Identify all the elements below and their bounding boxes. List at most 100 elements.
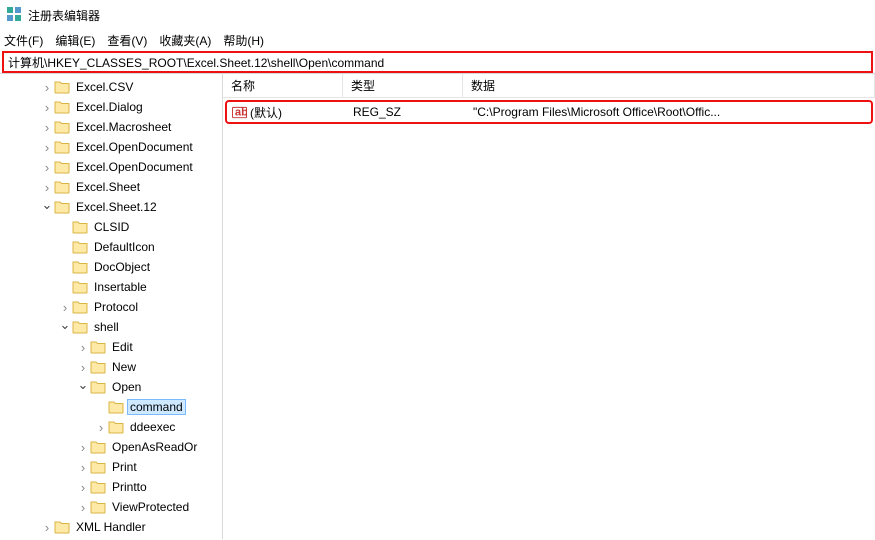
folder-icon: [108, 419, 124, 435]
menu-view[interactable]: 查看(V): [107, 32, 147, 49]
expand-icon[interactable]: [40, 100, 54, 114]
tree-item-label: Print: [110, 460, 139, 474]
tree-item[interactable]: Insertable: [0, 277, 222, 297]
content-area: Excel.CSV Excel.Dialog Excel.Macrosheet Exc…: [0, 73, 875, 539]
expand-icon[interactable]: [76, 460, 90, 474]
column-name[interactable]: 名称: [223, 74, 343, 97]
tree-item[interactable]: command: [0, 397, 222, 417]
tree-item-label: DefaultIcon: [92, 240, 157, 254]
tree-item[interactable]: Excel.OpenDocument: [0, 137, 222, 157]
tree-item[interactable]: XML Handler: [0, 517, 222, 537]
tree-item[interactable]: Edit: [0, 337, 222, 357]
expand-icon[interactable]: [40, 180, 54, 194]
folder-icon: [72, 279, 88, 295]
collapse-icon[interactable]: [40, 200, 54, 214]
value-highlight: ab (默认) REG_SZ "C:\Program Files\Microso…: [225, 100, 873, 124]
tree-item-label: CLSID: [92, 220, 131, 234]
expand-icon[interactable]: [40, 140, 54, 154]
tree-item[interactable]: Print: [0, 457, 222, 477]
expand-icon[interactable]: [58, 300, 72, 314]
details-panel: 名称 类型 数据 ab (默认) REG_SZ "C:\Program File…: [223, 74, 875, 539]
menu-edit[interactable]: 编辑(E): [55, 32, 95, 49]
tree-item[interactable]: ViewProtected: [0, 497, 222, 517]
folder-icon: [72, 299, 88, 315]
tree-item-label: Open: [110, 380, 143, 394]
tree-item[interactable]: New: [0, 357, 222, 377]
expand-icon[interactable]: [40, 520, 54, 534]
folder-icon: [90, 359, 106, 375]
expand-icon[interactable]: [76, 500, 90, 514]
tree-item-label: Excel.Dialog: [74, 100, 145, 114]
string-value-icon: ab: [231, 104, 247, 120]
menu-file[interactable]: 文件(F): [4, 32, 43, 49]
value-row[interactable]: ab (默认) REG_SZ "C:\Program Files\Microso…: [227, 102, 871, 122]
collapse-icon[interactable]: [58, 320, 72, 334]
expand-icon[interactable]: [76, 360, 90, 374]
tree-item[interactable]: Protocol: [0, 297, 222, 317]
expand-icon[interactable]: [76, 480, 90, 494]
expand-icon[interactable]: [94, 420, 108, 434]
tree-item-label: Excel.Sheet: [74, 180, 142, 194]
tree-item[interactable]: OpenAsReadOr: [0, 437, 222, 457]
tree-item-label: command: [128, 400, 185, 414]
folder-icon: [90, 479, 106, 495]
tree-item[interactable]: Excel.Macrosheet: [0, 117, 222, 137]
tree-item[interactable]: Excel.OpenDocument: [0, 157, 222, 177]
folder-icon: [90, 459, 106, 475]
value-name: (默认): [250, 104, 282, 121]
tree-item-label: New: [110, 360, 138, 374]
collapse-icon[interactable]: [76, 380, 90, 394]
tree-item[interactable]: DocObject: [0, 257, 222, 277]
expand-icon[interactable]: [40, 80, 54, 94]
tree-item[interactable]: ddeexec: [0, 417, 222, 437]
folder-icon: [54, 159, 70, 175]
expand-icon[interactable]: [76, 340, 90, 354]
tree-item-label: Excel.OpenDocument: [74, 140, 195, 154]
folder-icon: [72, 239, 88, 255]
folder-icon: [72, 319, 88, 335]
column-type[interactable]: 类型: [343, 74, 463, 97]
folder-icon: [90, 379, 106, 395]
expand-icon[interactable]: [40, 120, 54, 134]
folder-icon: [54, 179, 70, 195]
folder-icon: [72, 259, 88, 275]
tree-item-label: Protocol: [92, 300, 140, 314]
folder-icon: [90, 439, 106, 455]
tree-item-label: ViewProtected: [110, 500, 191, 514]
folder-icon: [108, 399, 124, 415]
menu-help[interactable]: 帮助(H): [223, 32, 264, 49]
address-path: 计算机\HKEY_CLASSES_ROOT\Excel.Sheet.12\she…: [8, 54, 384, 71]
tree-item[interactable]: shell: [0, 317, 222, 337]
folder-icon: [90, 339, 106, 355]
folder-icon: [90, 499, 106, 515]
tree-item-label: Excel.Macrosheet: [74, 120, 173, 134]
tree-item-label: Insertable: [92, 280, 149, 294]
tree-item[interactable]: Excel.Dialog: [0, 97, 222, 117]
tree-item[interactable]: CLSID: [0, 217, 222, 237]
tree-item[interactable]: Open: [0, 377, 222, 397]
address-bar[interactable]: 计算机\HKEY_CLASSES_ROOT\Excel.Sheet.12\she…: [2, 51, 873, 73]
tree-item-label: ddeexec: [128, 420, 177, 434]
tree-item[interactable]: Excel.Sheet: [0, 177, 222, 197]
column-headers: 名称 类型 数据: [223, 74, 875, 98]
tree-item-label: Excel.OpenDocument: [74, 160, 195, 174]
tree-item-label: Edit: [110, 340, 135, 354]
tree-item[interactable]: Excel.Sheet.12: [0, 197, 222, 217]
column-data[interactable]: 数据: [463, 74, 875, 97]
menu-bar: 文件(F) 编辑(E) 查看(V) 收藏夹(A) 帮助(H): [0, 30, 875, 50]
tree-item-label: Excel.CSV: [74, 80, 135, 94]
title-bar: 注册表编辑器: [0, 0, 875, 30]
svg-text:ab: ab: [234, 106, 246, 118]
folder-icon: [54, 519, 70, 535]
tree-item[interactable]: Printto: [0, 477, 222, 497]
tree-item-label: OpenAsReadOr: [110, 440, 199, 454]
expand-icon[interactable]: [76, 440, 90, 454]
folder-icon: [54, 119, 70, 135]
tree-item-label: shell: [92, 320, 121, 334]
tree-item[interactable]: DefaultIcon: [0, 237, 222, 257]
expand-icon[interactable]: [40, 160, 54, 174]
folder-icon: [54, 99, 70, 115]
tree-item[interactable]: Excel.CSV: [0, 77, 222, 97]
window-title: 注册表编辑器: [28, 7, 100, 24]
menu-favorites[interactable]: 收藏夹(A): [159, 32, 211, 49]
